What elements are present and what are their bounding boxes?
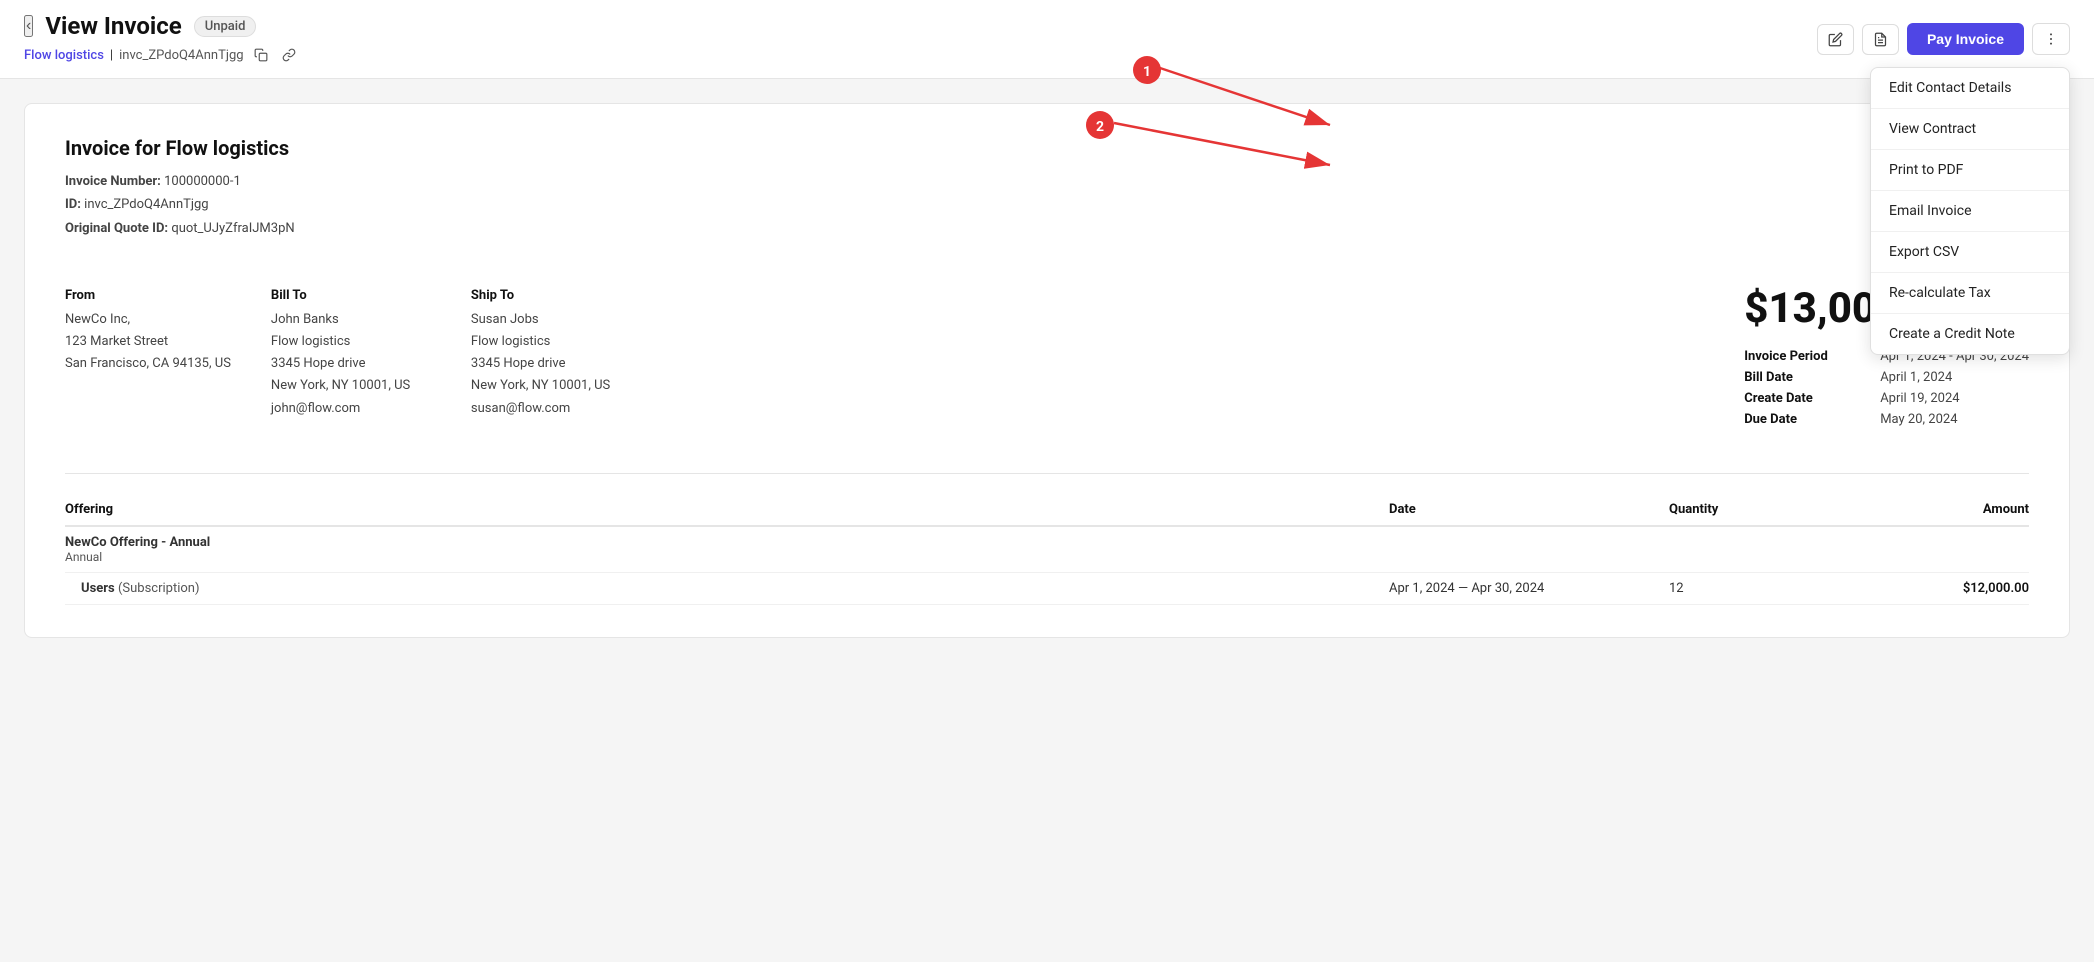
offerings-section: Offering Date Quantity Amount NewCo Offe…	[65, 473, 2029, 605]
dropdown-item-email-invoice[interactable]: Email Invoice	[1871, 191, 2069, 232]
pay-invoice-button[interactable]: Pay Invoice	[1907, 23, 2024, 55]
header-right: Pay Invoice Edit Contact Details View Co…	[1817, 23, 2070, 55]
row-date: Apr 1, 2024 — Apr 30, 2024	[1389, 581, 1669, 596]
due-date-value: May 20, 2024	[1880, 412, 1957, 427]
col-offering: Offering	[65, 502, 1389, 517]
main-content: Invoice for Flow logistics Invoice Numbe…	[0, 79, 2094, 662]
edit-button[interactable]	[1817, 24, 1854, 55]
dropdown-item-credit-note[interactable]: Create a Credit Note	[1871, 314, 2069, 354]
from-address: From NewCo Inc, 123 Market Street San Fr…	[65, 288, 231, 433]
bill-to-label: Bill To	[271, 288, 431, 303]
ship-to-text: Susan Jobs Flow logistics 3345 Hope driv…	[471, 309, 631, 419]
status-badge: Unpaid	[194, 16, 257, 37]
bill-date-row: Bill Date April 1, 2024	[1744, 370, 2029, 385]
create-date-value: April 19, 2024	[1880, 391, 1959, 406]
create-date-label: Create Date	[1744, 391, 1864, 406]
link-button[interactable]	[278, 44, 300, 66]
ship-to-label: Ship To	[471, 288, 631, 303]
table-row: NewCo Offering - Annual Annual	[65, 527, 2029, 573]
bill-to-address: Bill To John Banks Flow logistics 3345 H…	[271, 288, 431, 433]
title-row: ‹ View Invoice Unpaid	[24, 12, 300, 40]
dropdown-menu: Edit Contact Details View Contract Print…	[1870, 67, 2070, 355]
dropdown-item-edit-contact[interactable]: Edit Contact Details	[1871, 68, 2069, 109]
dropdown-item-print-pdf[interactable]: Print to PDF	[1871, 150, 2069, 191]
row-quantity: 12	[1669, 581, 1849, 596]
from-label: From	[65, 288, 231, 303]
bill-to-text: John Banks Flow logistics 3345 Hope driv…	[271, 309, 431, 419]
table-header: Offering Date Quantity Amount	[65, 494, 2029, 527]
invoice-title: Invoice for Flow logistics	[65, 136, 2029, 160]
invoice-card: Invoice for Flow logistics Invoice Numbe…	[24, 103, 2070, 638]
due-date-label: Due Date	[1744, 412, 1864, 427]
pdf-button[interactable]	[1862, 24, 1899, 55]
period-label: Invoice Period	[1744, 349, 1864, 364]
dropdown-item-recalculate-tax[interactable]: Re-calculate Tax	[1871, 273, 2069, 314]
copy-id-button[interactable]	[250, 44, 272, 66]
invoice-id-label: ID:	[65, 197, 81, 212]
invoice-addresses: From NewCo Inc, 123 Market Street San Fr…	[65, 264, 1720, 433]
invoice-number-label: Invoice Number:	[65, 174, 161, 189]
invoice-quote-value: quot_UJyZfraIJM3pN	[171, 221, 294, 236]
due-date-row: Due Date May 20, 2024	[1744, 412, 2029, 427]
offering-item: Users (Subscription)	[65, 581, 1389, 596]
ship-to-address: Ship To Susan Jobs Flow logistics 3345 H…	[471, 288, 631, 433]
dropdown-item-export-csv[interactable]: Export CSV	[1871, 232, 2069, 273]
invoice-header: Invoice for Flow logistics Invoice Numbe…	[65, 136, 2029, 240]
offering-group: NewCo Offering - Annual Annual	[65, 535, 1389, 564]
invoice-quote-label: Original Quote ID:	[65, 221, 168, 236]
create-date-row: Create Date April 19, 2024	[1744, 391, 2029, 406]
more-menu-container: Edit Contact Details View Contract Print…	[2032, 23, 2070, 55]
header-subtitle: Flow logistics | invc_ZPdoQ4AnnTjgg	[24, 44, 300, 66]
dropdown-item-view-contract[interactable]: View Contract	[1871, 109, 2069, 150]
bill-date-label: Bill Date	[1744, 370, 1864, 385]
from-text: NewCo Inc, 123 Market Street San Francis…	[65, 309, 231, 375]
header-left: ‹ View Invoice Unpaid Flow logistics | i…	[24, 12, 300, 66]
bill-date-value: April 1, 2024	[1880, 370, 1952, 385]
invoice-details-table: Invoice Period Apr 1, 2024 - Apr 30, 202…	[1744, 349, 2029, 427]
more-options-button[interactable]	[2032, 23, 2070, 55]
invoice-body: From NewCo Inc, 123 Market Street San Fr…	[65, 264, 2029, 433]
invoice-meta: Invoice Number: 100000000-1 ID: invc_ZPd…	[65, 170, 2029, 240]
row-amount: $12,000.00	[1849, 581, 2029, 596]
col-amount: Amount	[1849, 502, 2029, 517]
table-row: Users (Subscription) Apr 1, 2024 — Apr 3…	[65, 573, 2029, 605]
col-quantity: Quantity	[1669, 502, 1849, 517]
company-link[interactable]: Flow logistics	[24, 48, 104, 63]
page-header: ‹ View Invoice Unpaid Flow logistics | i…	[0, 0, 2094, 79]
col-date: Date	[1389, 502, 1669, 517]
page-title: View Invoice	[45, 12, 181, 40]
back-button[interactable]: ‹	[24, 15, 33, 37]
invoice-id: invc_ZPdoQ4AnnTjgg	[119, 48, 243, 63]
invoice-number-value: 100000000-1	[164, 174, 241, 189]
invoice-id-value: invc_ZPdoQ4AnnTjgg	[84, 197, 208, 212]
invoice-header-area: Invoice for Flow logistics Invoice Numbe…	[65, 136, 2029, 240]
